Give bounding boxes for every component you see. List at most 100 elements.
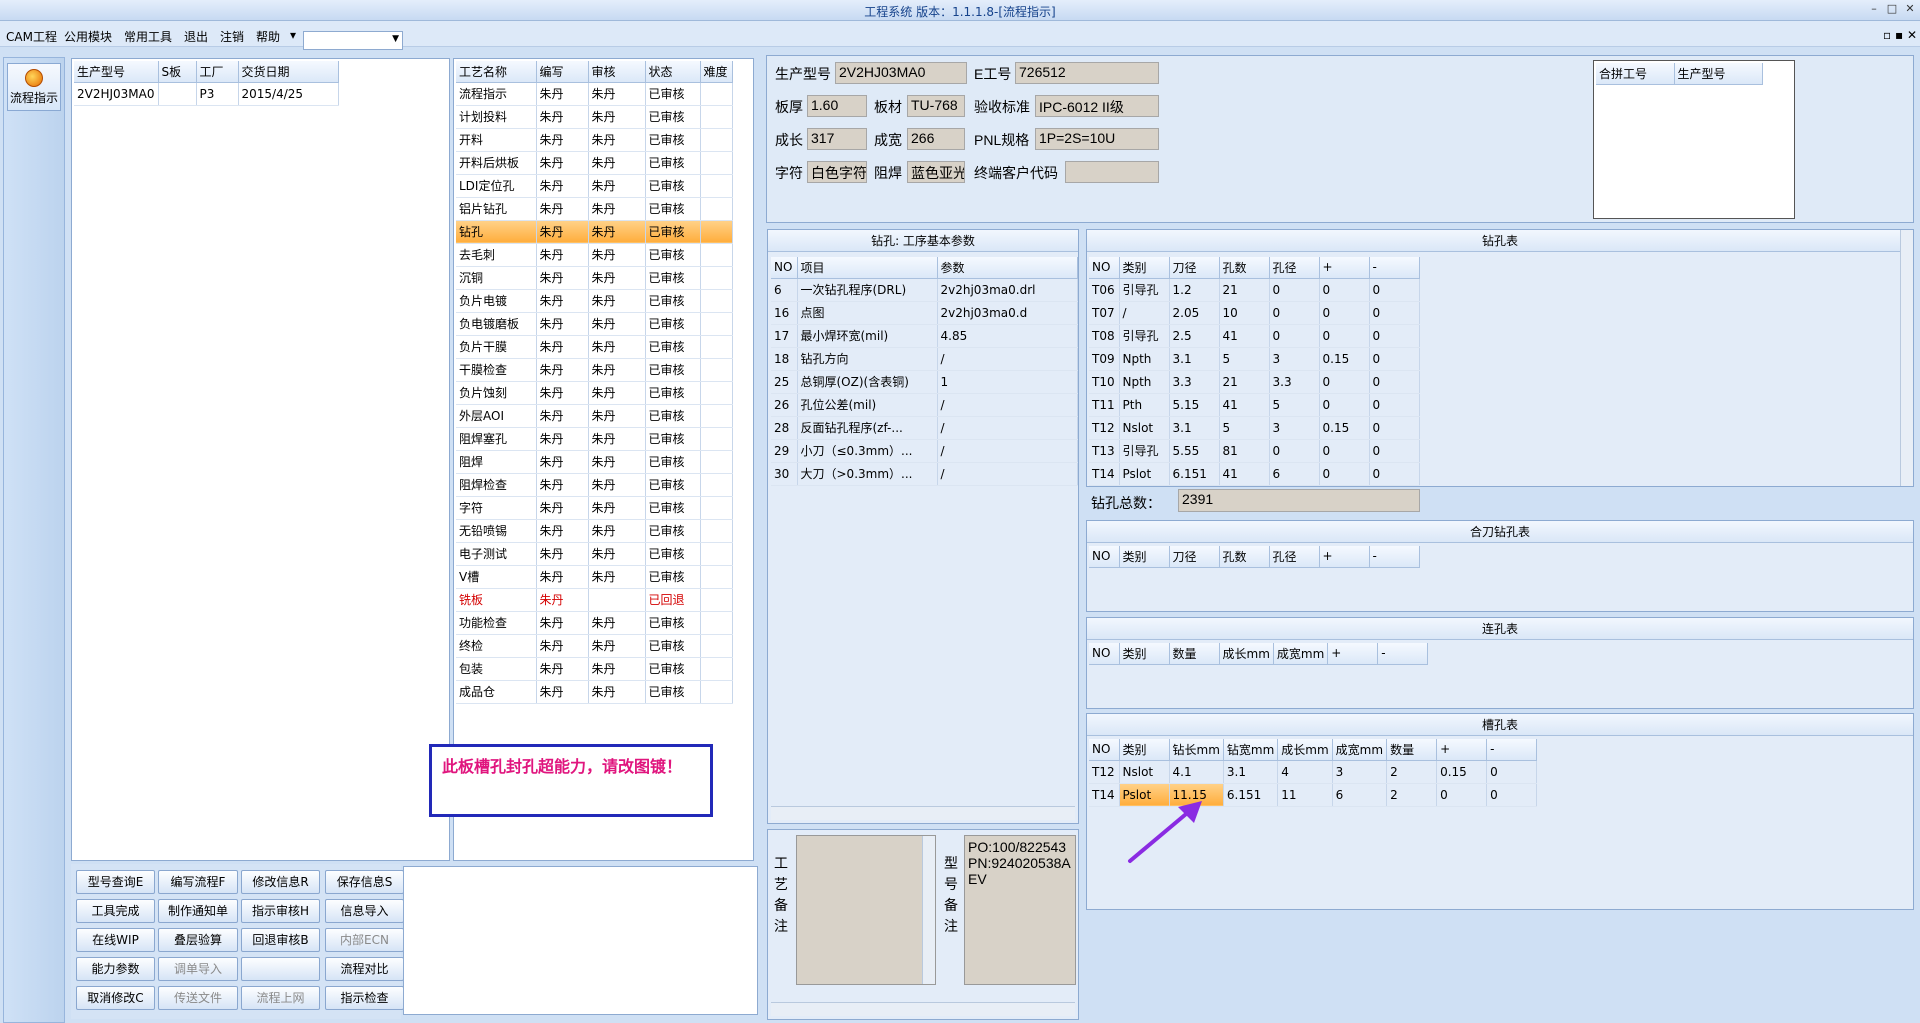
- menu-exit[interactable]: 退出: [184, 28, 208, 45]
- column-header[interactable]: 难度: [700, 61, 733, 83]
- model-notes-field[interactable]: PO:100/822543 PN:924020538AEV: [964, 835, 1076, 985]
- table-row[interactable]: T12 Nslot 3.1 5 3 0.15 0: [1089, 416, 1420, 440]
- column-header[interactable]: -: [1369, 257, 1420, 279]
- action-button[interactable]: 指示审核H: [241, 899, 320, 923]
- table-row[interactable]: 29 小刀（≤0.3mm）... /: [771, 439, 1078, 463]
- menu-logout[interactable]: 注销: [220, 28, 244, 45]
- table-row[interactable]: 28 反面钻孔程序(zf-... /: [771, 416, 1078, 440]
- column-header[interactable]: 成长mm: [1277, 739, 1333, 761]
- column-header[interactable]: 成宽mm: [1332, 739, 1388, 761]
- menu-cam[interactable]: CAM工程: [6, 28, 57, 45]
- sidebar-item-process-indication[interactable]: 流程指示: [7, 63, 61, 111]
- minimize-button[interactable]: –: [1866, 2, 1882, 16]
- message-box[interactable]: [403, 866, 758, 1015]
- table-row[interactable]: 包装 朱丹 朱丹 已审核: [456, 657, 733, 681]
- table-row[interactable]: T09 Npth 3.1 5 3 0.15 0: [1089, 347, 1420, 371]
- menu-common-modules[interactable]: 公用模块: [64, 28, 112, 45]
- column-header[interactable]: +: [1327, 643, 1379, 665]
- table-row[interactable]: 18 钻孔方向 /: [771, 347, 1078, 371]
- table-row[interactable]: T06 引导孔 1.2 21 0 0 0: [1089, 278, 1420, 302]
- action-button[interactable]: 调单导入: [158, 957, 238, 981]
- menu-combobox[interactable]: ▼: [303, 31, 403, 50]
- table-row[interactable]: 阻焊检查 朱丹 朱丹 已审核: [456, 473, 733, 497]
- table-row[interactable]: 电子测试 朱丹 朱丹 已审核: [456, 542, 733, 566]
- action-button[interactable]: 流程对比: [325, 957, 404, 981]
- action-button[interactable]: 在线WIP: [76, 928, 155, 952]
- column-header[interactable]: 项目: [797, 257, 938, 279]
- column-header[interactable]: +: [1319, 257, 1370, 279]
- table-row[interactable]: T10 Npth 3.3 21 3.3 0 0: [1089, 370, 1420, 394]
- material-field[interactable]: TU-768: [907, 95, 965, 117]
- action-button[interactable]: 型号查询E: [76, 870, 155, 894]
- wid-field[interactable]: 266: [907, 128, 965, 150]
- column-header[interactable]: 类别: [1119, 739, 1170, 761]
- column-header[interactable]: NO: [1089, 546, 1120, 568]
- table-row[interactable]: T07/2.05 10 0 0 0: [1089, 301, 1420, 325]
- column-header[interactable]: 成长mm: [1219, 643, 1274, 665]
- table-row[interactable]: 开料 朱丹 朱丹 已审核: [456, 128, 733, 152]
- drill-total-field[interactable]: 2391: [1178, 489, 1420, 512]
- thickness-field[interactable]: 1.60: [807, 95, 867, 117]
- maximize-button[interactable]: □: [1884, 2, 1900, 16]
- column-header[interactable]: 孔径: [1269, 257, 1320, 279]
- column-header[interactable]: 数量: [1169, 643, 1220, 665]
- mdi-minimize-icon[interactable]: ▫: [1883, 28, 1891, 42]
- action-button[interactable]: 能力参数: [76, 957, 155, 981]
- column-header[interactable]: 参数: [937, 257, 1078, 279]
- table-row[interactable]: 无铅喷锡 朱丹 朱丹 已审核: [456, 519, 733, 543]
- action-button[interactable]: 取消修改C: [76, 986, 155, 1010]
- e-no-field[interactable]: 726512: [1015, 62, 1159, 84]
- column-header[interactable]: 类别: [1119, 643, 1170, 665]
- table-row[interactable]: 6 一次钻孔程序(DRL) 2v2hj03ma0.drl: [771, 278, 1078, 302]
- pnl-field[interactable]: 1P=2S=10U: [1035, 128, 1159, 150]
- action-button[interactable]: 保存信息S: [325, 870, 404, 894]
- column-header[interactable]: NO: [771, 257, 798, 279]
- table-row[interactable]: 计划投料 朱丹 朱丹 已审核: [456, 105, 733, 129]
- table-row[interactable]: LDI定位孔 朱丹 朱丹 已审核: [456, 174, 733, 198]
- table-row[interactable]: T08 引导孔 2.5 41 0 0 0: [1089, 324, 1420, 348]
- notes-hscrollbar[interactable]: [771, 1002, 1075, 1016]
- action-button[interactable]: 流程上网: [241, 986, 320, 1010]
- close-button[interactable]: ✕: [1902, 2, 1918, 16]
- params-hscrollbar[interactable]: [771, 806, 1075, 820]
- column-header[interactable]: 钻长mm: [1169, 739, 1224, 761]
- table-row[interactable]: 铝片钻孔 朱丹 朱丹 已审核: [456, 197, 733, 221]
- menu-help[interactable]: 帮助: [256, 28, 280, 45]
- std-field[interactable]: IPC-6012 II级: [1035, 95, 1159, 117]
- table-row[interactable]: T13 引导孔 5.55 81 0 0 0: [1089, 439, 1420, 463]
- notes-vscrollbar[interactable]: [922, 836, 935, 984]
- column-header[interactable]: 工厂: [196, 61, 239, 83]
- table-row[interactable]: 干膜检查 朱丹 朱丹 已审核: [456, 358, 733, 382]
- column-header[interactable]: 交货日期: [238, 61, 339, 83]
- table-row[interactable]: 阻焊 朱丹 朱丹 已审核: [456, 450, 733, 474]
- column-header[interactable]: 孔径: [1269, 546, 1320, 568]
- action-button[interactable]: 制作通知单: [158, 899, 238, 923]
- mask-field[interactable]: 蓝色亚光: [907, 161, 965, 183]
- table-row[interactable]: 流程指示 朱丹 朱丹 已审核: [456, 82, 733, 106]
- table-row[interactable]: 2V2HJ03MA0 P3 2015/4/25: [74, 82, 339, 106]
- table-row[interactable]: 25 总铜厚(OZ)(含表铜) 1: [771, 370, 1078, 394]
- table-row[interactable]: 负电镀磨板 朱丹 朱丹 已审核: [456, 312, 733, 336]
- column-header[interactable]: 生产型号: [1674, 63, 1763, 85]
- table-row[interactable]: 沉铜 朱丹 朱丹 已审核: [456, 266, 733, 290]
- column-header[interactable]: 状态: [645, 61, 701, 83]
- table-row[interactable]: 字符 朱丹 朱丹 已审核: [456, 496, 733, 520]
- column-header[interactable]: 类别: [1119, 257, 1170, 279]
- drill-vscrollbar[interactable]: [1900, 230, 1913, 486]
- column-header[interactable]: 刀径: [1169, 546, 1220, 568]
- column-header[interactable]: -: [1486, 739, 1538, 761]
- table-row[interactable]: V槽 朱丹 朱丹 已审核: [456, 565, 733, 589]
- table-row[interactable]: 阻焊塞孔 朱丹 朱丹 已审核: [456, 427, 733, 451]
- table-row[interactable]: T11 Pth 5.15 41 5 0 0: [1089, 393, 1420, 417]
- menu-tools[interactable]: 常用工具: [124, 28, 172, 45]
- table-row[interactable]: 负片电镀 朱丹 朱丹 已审核: [456, 289, 733, 313]
- action-button[interactable]: 叠层验算: [158, 928, 238, 952]
- column-header[interactable]: 成宽mm: [1273, 643, 1329, 665]
- column-header[interactable]: 钻宽mm: [1223, 739, 1279, 761]
- column-header[interactable]: 刀径: [1169, 257, 1220, 279]
- column-header[interactable]: NO: [1089, 739, 1120, 761]
- column-header[interactable]: 生产型号: [74, 61, 159, 83]
- cust-field[interactable]: [1065, 161, 1159, 183]
- action-button[interactable]: 编写流程F: [158, 870, 238, 894]
- table-row[interactable]: 16 点图 2v2hj03ma0.d: [771, 301, 1078, 325]
